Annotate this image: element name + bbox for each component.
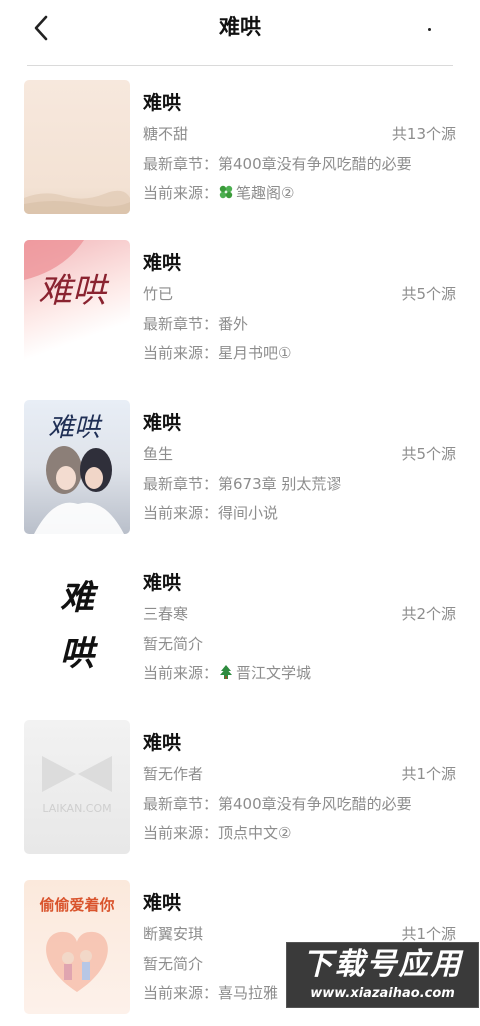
source-name: 星月书吧① [218,344,292,362]
book-cover: 难哄 [24,240,130,374]
book-title: 难哄 [143,92,182,114]
cover-title: 难哄 [38,271,110,311]
book-cover: 难哄 [24,560,130,694]
list-item[interactable]: 难哄 难哄 竹已 共5个源 最新章节：番外 当前来源：星月书吧① [0,226,480,386]
latest-chapter: 最新章节：番外 [143,315,249,333]
book-cover: LAIKAN.COM [24,720,130,854]
source-count: 共1个源 [401,925,456,943]
watermark-url: www.xiazaihao.com [310,986,455,1001]
cover-title: 难哄 [60,578,94,674]
book-summary: 暂无简介 [143,955,204,973]
book-title: 难哄 [143,572,182,594]
current-source-label: 当前来源： [143,184,219,202]
book-author: 竹已 [143,285,174,303]
book-title: 难哄 [143,732,182,754]
current-source-label: 当前来源： [143,984,219,1002]
book-cover: 偷偷爱着你 [24,880,130,1014]
current-source: 当前来源：喜马拉雅 [143,983,278,1003]
current-source-label: 当前来源： [143,824,219,842]
source-count: 共13个源 [391,125,456,143]
latest-chapter: 最新章节：第400章没有争风吃醋的必要 [143,155,412,173]
latest-chapter: 最新章节：第400章没有争风吃醋的必要 [143,795,412,813]
current-source-label: 当前来源： [143,504,219,522]
book-cover: 难哄 [24,400,130,534]
site-watermark: 下载号应用 www.xiazaihao.com [286,942,479,1008]
source-count: 共2个源 [401,605,456,623]
book-title: 难哄 [143,252,182,274]
book-author: 糖不甜 [143,125,189,143]
book-author: 暂无作者 [143,765,204,783]
more-dot-icon [428,28,431,31]
current-source-label: 当前来源： [143,344,219,362]
cover-logo-text: LAIKAN.COM [42,802,111,815]
book-author: 鱼生 [143,445,174,463]
book-title: 难哄 [143,412,182,434]
current-source: 当前来源： 晋江文学城 [143,663,311,683]
source-name: 晋江文学城 [236,664,312,682]
source-name: 顶点中文② [218,824,292,842]
book-cover [24,80,130,214]
book-author: 三春寒 [143,605,189,623]
current-source: 当前来源：星月书吧① [143,343,291,363]
list-item[interactable]: LAIKAN.COM 难哄 暂无作者 共1个源 最新章节：第400章没有争风吃醋… [0,706,480,866]
cover-title: 难哄 [48,413,103,443]
source-count: 共5个源 [401,285,456,303]
source-count: 共1个源 [401,765,456,783]
list-item[interactable]: 难哄 难哄 鱼生 共5个源 最新章节：第673章 别太荒谬 当前来源：得间小说 [0,386,480,546]
cover-title: 偷偷爱着你 [39,896,114,914]
watermark-title: 下载号应用 [302,947,463,982]
clover-icon [219,185,233,199]
more-button[interactable] [420,14,440,42]
current-source: 当前来源：顶点中文② [143,823,291,843]
source-name: 喜马拉雅 [218,984,279,1002]
tree-icon [220,665,233,679]
page-title: 难哄 [219,15,261,39]
current-source: 当前来源：得间小说 [143,503,278,523]
current-source: 当前来源： 笔趣阁② [143,183,294,203]
list-item[interactable]: 难哄 糖不甜 共13个源 最新章节：第400章没有争风吃醋的必要 当前来源： 笔… [0,66,480,226]
book-title: 难哄 [143,892,182,914]
search-result-list: 难哄 糖不甜 共13个源 最新章节：第400章没有争风吃醋的必要 当前来源： 笔… [0,66,480,1026]
current-source-label: 当前来源： [143,664,219,682]
source-name: 得间小说 [218,504,279,522]
latest-chapter: 最新章节：第673章 别太荒谬 [143,475,342,493]
source-name: 笔趣阁② [236,184,295,202]
source-count: 共5个源 [401,445,456,463]
top-bar: 难哄 [0,0,480,56]
list-item[interactable]: 难哄 难哄 三春寒 共2个源 暂无简介 当前来源： 晋江文学城 [0,546,480,706]
book-author: 断翼安琪 [143,925,204,943]
book-summary: 暂无简介 [143,635,204,653]
